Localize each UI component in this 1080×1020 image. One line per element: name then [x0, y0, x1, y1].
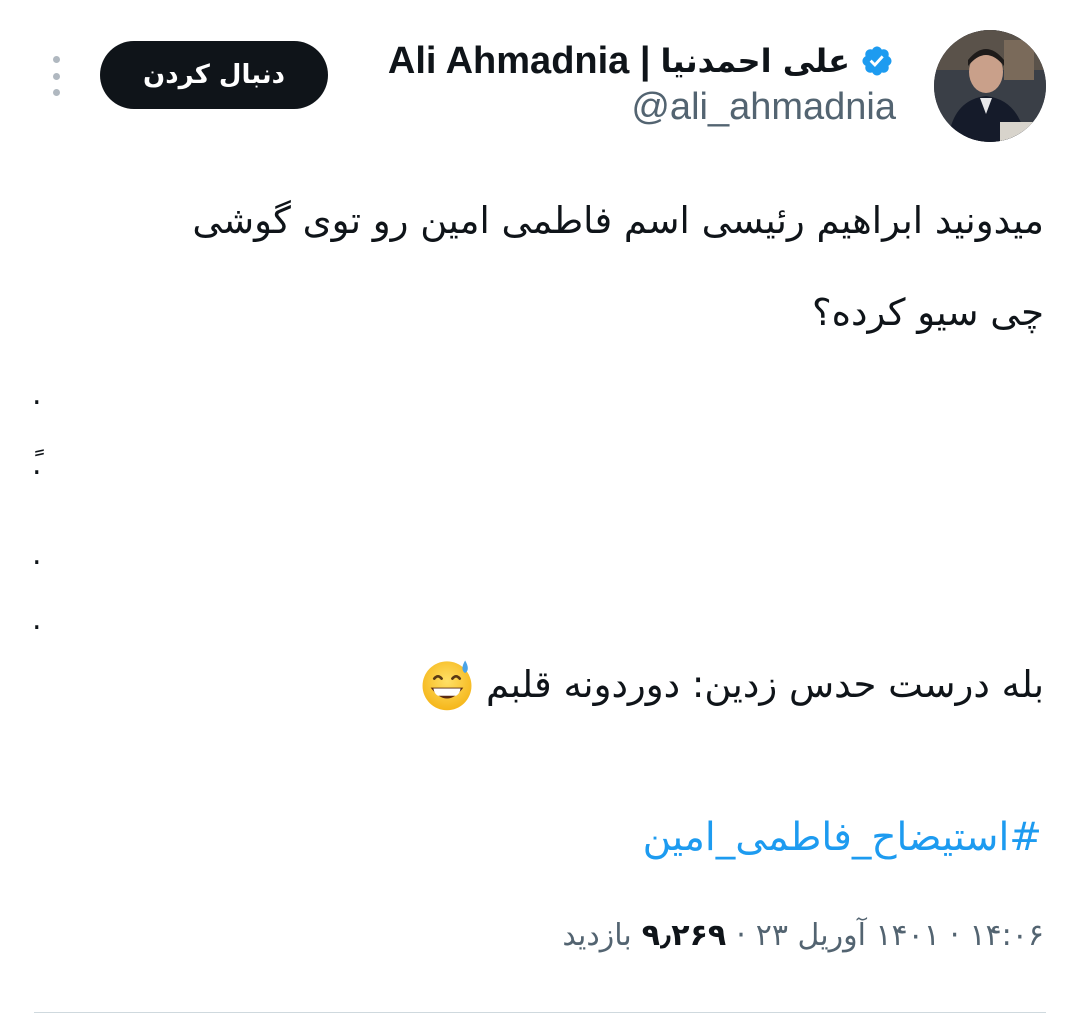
- tweet-answer-text: بله درست حدس زدین: دوردونه قلبم: [485, 662, 1044, 706]
- author-name-row[interactable]: علی احمدنیا Ali Ahmadnia |: [388, 36, 894, 86]
- tweet-dot-line: .: [32, 377, 42, 412]
- follow-button[interactable]: دنبال کردن: [100, 41, 328, 109]
- author-name-persian: علی احمدنیا: [660, 42, 851, 80]
- more-vertical-icon[interactable]: [42, 56, 70, 96]
- tweet-dot-line: .: [32, 602, 42, 637]
- meta-separator: ·: [736, 918, 746, 953]
- author-handle[interactable]: @ali_ahmadnia: [631, 86, 896, 129]
- more-dot: [52, 89, 60, 96]
- views-label: بازدید: [562, 918, 632, 953]
- views-count: ۹٫۲۶۹: [641, 918, 727, 953]
- tweet-line-2: چی سیو کرده؟: [811, 291, 1044, 334]
- more-dot: [52, 72, 60, 80]
- tweet-date[interactable]: ۱۴۰۱ آوریل ۲۳: [756, 918, 940, 953]
- avatar-image: [934, 30, 1046, 142]
- grinning-face-with-sweat-icon: [422, 660, 472, 711]
- tweet-dot-line: ً.: [32, 447, 42, 482]
- verified-badge-icon: [862, 46, 892, 76]
- avatar[interactable]: [934, 30, 1046, 142]
- tweet-time[interactable]: ۱۴:۰۶: [969, 918, 1044, 953]
- tweet-answer-line: بله درست حدس زدین: دوردونه قلبم: [418, 655, 1044, 713]
- hashtag-link[interactable]: #استیضاح_فاطمی_امین: [643, 815, 1042, 860]
- tweet-line-1: میدونید ابراهیم رئیسی اسم فاطمی امین رو …: [192, 199, 1044, 242]
- tweet-meta: ۱۴:۰۶ · ۱۴۰۱ آوریل ۲۳ · ۹٫۲۶۹ بازدید: [562, 918, 1044, 953]
- meta-separator: ·: [949, 918, 960, 953]
- divider: [34, 1012, 1046, 1013]
- more-dot: [52, 56, 60, 63]
- tweet-dot-line: .: [32, 537, 42, 572]
- tweet-text: میدونید ابراهیم رئیسی اسم فاطمی امین رو …: [34, 175, 1044, 359]
- author-name-latin: Ali Ahmadnia |: [387, 39, 651, 82]
